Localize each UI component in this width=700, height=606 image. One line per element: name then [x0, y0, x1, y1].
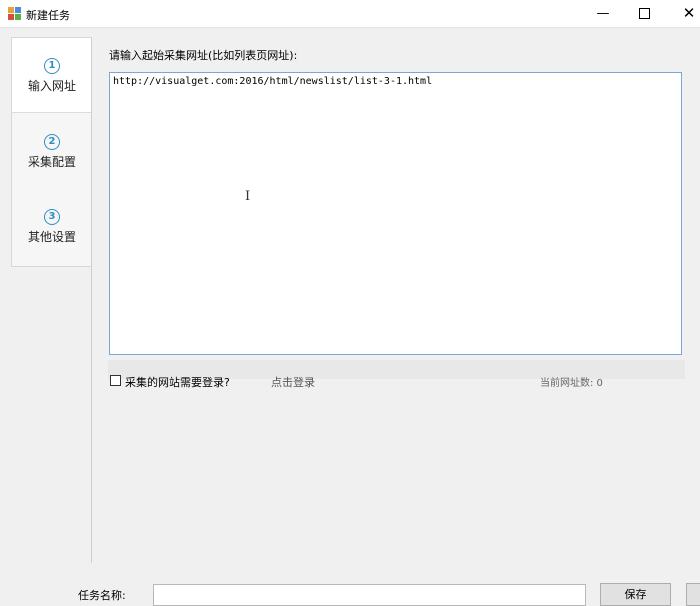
login-link[interactable]: 点击登录 [271, 374, 315, 390]
step-label-collect-config: 采集配置 [27, 155, 76, 169]
login-required-label[interactable]: 采集的网站需要登录? [125, 374, 230, 390]
app-icon [8, 7, 21, 20]
close-button[interactable]: ✕ [666, 0, 700, 27]
task-name-input[interactable] [153, 584, 586, 606]
step-sidebar: 1 输入网址 2 采集配置 3 其他设置 [11, 37, 92, 267]
step-number-3: 3 [44, 209, 60, 225]
maximize-button[interactable] [621, 0, 667, 27]
task-name-label: 任务名称: [78, 589, 126, 602]
step-number-1: 1 [44, 58, 60, 74]
step-label-other-settings: 其他设置 [27, 230, 76, 244]
title-bar: 新建任务 — ✕ [0, 0, 700, 28]
panel-divider [91, 37, 92, 563]
start-url-textarea[interactable]: http://visualget.com:2016/html/newslist/… [109, 72, 682, 355]
url-count-label: 当前网址数: 0 [540, 378, 603, 389]
save-button[interactable]: 保存 [600, 583, 671, 606]
step-collect-config[interactable]: 2 采集配置 [12, 113, 92, 189]
step-number-2: 2 [44, 134, 60, 150]
login-required-checkbox[interactable] [110, 375, 121, 386]
step-other-settings[interactable]: 3 其他设置 [12, 189, 92, 266]
text-cursor-icon: I [245, 189, 251, 204]
maximize-icon [638, 8, 650, 19]
window-title: 新建任务 [26, 9, 70, 22]
next-button[interactable] [686, 583, 700, 606]
step-input-url[interactable]: 1 输入网址 [12, 38, 92, 112]
step-label-input-url: 输入网址 [27, 79, 76, 93]
url-prompt-label: 请输入起始采集网址(比如列表页网址): [109, 49, 298, 62]
minimize-button[interactable]: — [580, 0, 626, 27]
